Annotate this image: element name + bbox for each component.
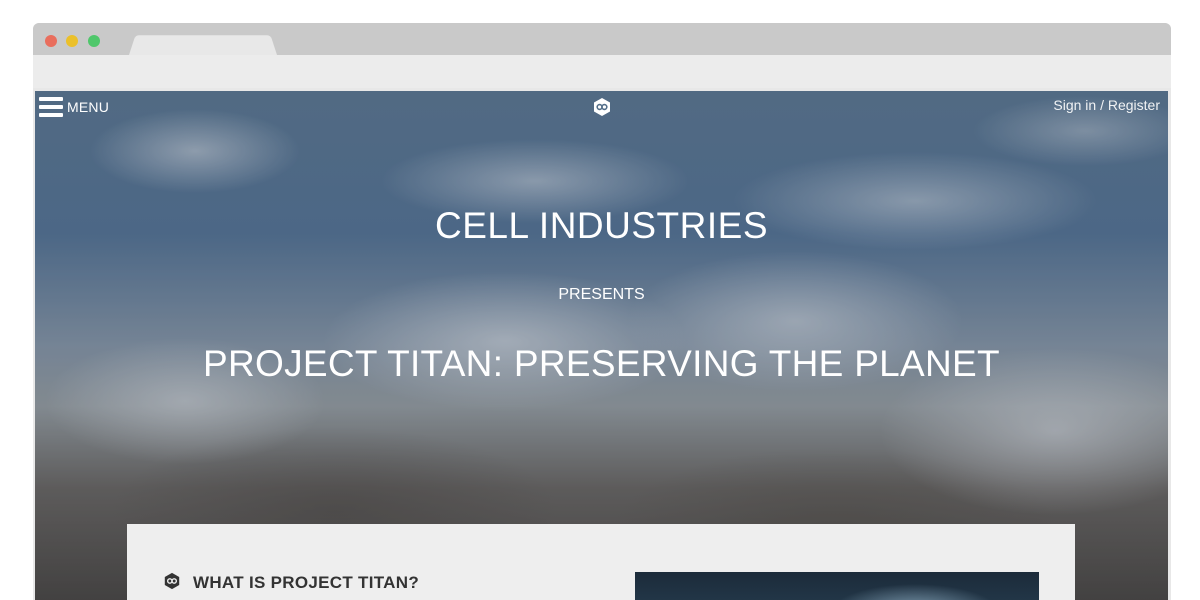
project-image <box>635 572 1039 600</box>
page-viewport: MENU Sign in / Register CELL INDUSTRIES … <box>35 91 1168 600</box>
presents-label: PRESENTS <box>558 286 645 303</box>
address-bar[interactable] <box>33 55 1171 88</box>
signin-register-link[interactable]: Sign in / Register <box>1053 97 1160 113</box>
maximize-window-button[interactable] <box>88 35 100 47</box>
browser-window: MENU Sign in / Register CELL INDUSTRIES … <box>33 23 1171 600</box>
menu-label: MENU <box>67 99 110 115</box>
company-title: CELL INDUSTRIES <box>434 205 769 246</box>
cell-logo-icon[interactable] <box>592 97 612 117</box>
minimize-window-button[interactable] <box>66 35 78 47</box>
hamburger-icon <box>39 97 63 117</box>
content-card: WHAT IS PROJECT TITAN? <box>127 524 1075 600</box>
browser-titlebar <box>33 23 1171 55</box>
browser-tab[interactable] <box>129 35 277 55</box>
cell-logo-icon <box>164 572 180 590</box>
close-window-button[interactable] <box>45 35 57 47</box>
section-heading: WHAT IS PROJECT TITAN? <box>193 573 420 592</box>
project-title: PROJECT TITAN: PRESERVING THE PLANET <box>203 343 1000 384</box>
